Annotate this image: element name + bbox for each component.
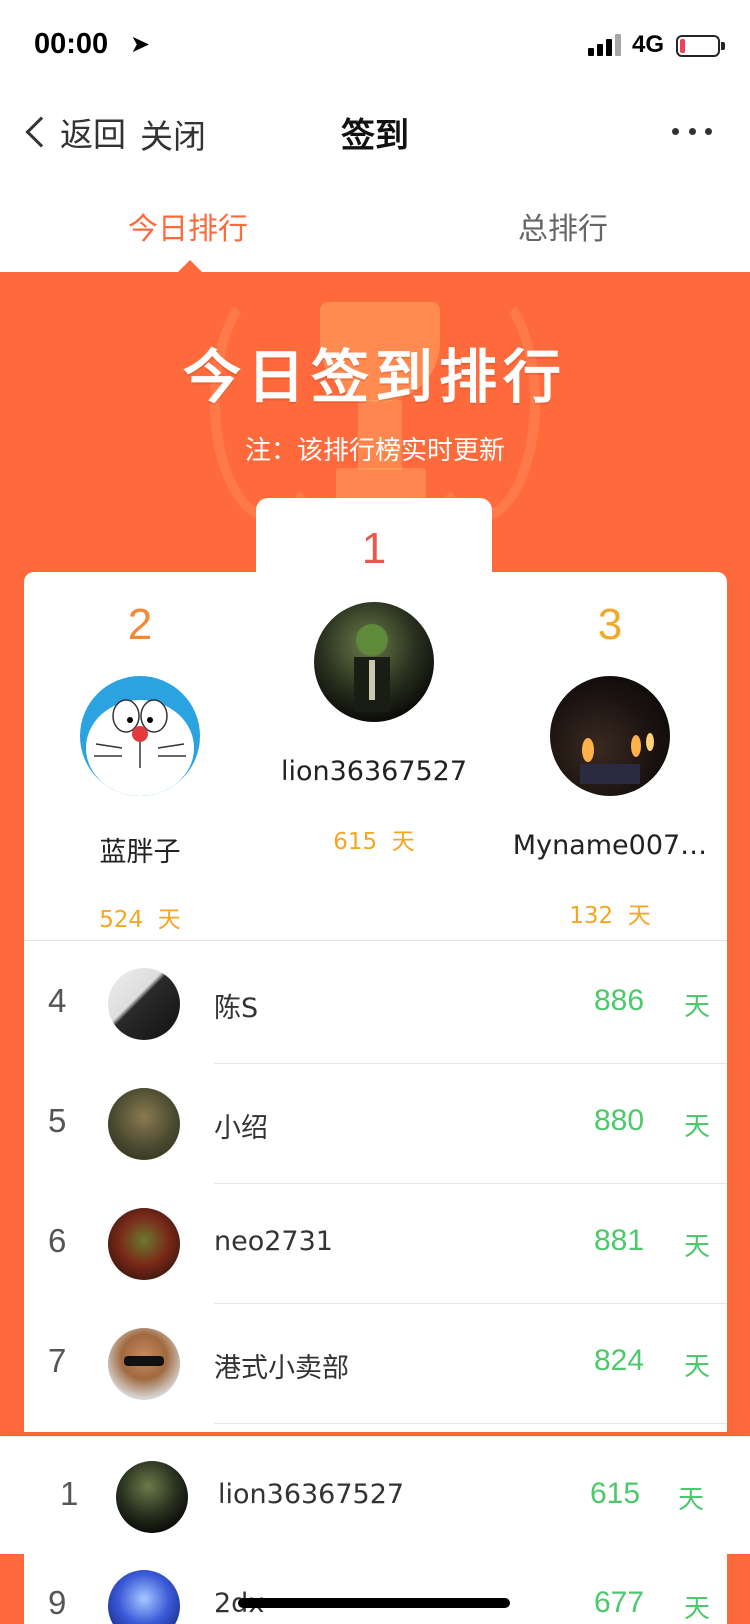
days-count: 677 bbox=[594, 1586, 645, 1619]
list-item[interactable]: 4 陈S 886 天 bbox=[24, 944, 727, 1064]
avatar bbox=[108, 1088, 180, 1160]
hero-note: 注：该排行榜实时更新 bbox=[244, 436, 505, 466]
days-count: 886 bbox=[594, 984, 645, 1017]
days-count: 824 bbox=[594, 1344, 645, 1377]
avatar-podium-3[interactable] bbox=[550, 676, 670, 796]
list-item[interactable]: 6 neo2731 881 天 bbox=[24, 1184, 727, 1304]
days-unit: 天 bbox=[684, 1112, 711, 1142]
tab-total[interactable]: 总排行 bbox=[518, 204, 608, 248]
more-icon[interactable] bbox=[672, 128, 712, 138]
list-item[interactable]: 7 港式小卖部 824 天 bbox=[24, 1304, 727, 1424]
back-button[interactable]: 返回 bbox=[22, 108, 126, 156]
rank-number: 7 bbox=[48, 1342, 67, 1379]
podium-days-1: 615 天 bbox=[333, 829, 415, 855]
avatar bbox=[108, 1328, 180, 1400]
avatar bbox=[108, 1208, 180, 1280]
podium-name-3: Myname007… bbox=[512, 830, 708, 861]
user-name: 小绍 bbox=[214, 1113, 268, 1144]
rank-number: 6 bbox=[48, 1222, 67, 1259]
podium-rank-2: 2 bbox=[127, 600, 153, 649]
tab-bar: 今日排行 总排行 bbox=[0, 176, 750, 272]
list-item[interactable]: 5 小绍 880 天 bbox=[24, 1064, 727, 1184]
my-avatar bbox=[116, 1461, 188, 1533]
my-name: lion36367527 bbox=[218, 1479, 405, 1510]
avatar-podium-1[interactable] bbox=[314, 602, 434, 722]
days-unit: 天 bbox=[684, 1352, 711, 1382]
status-time: 00:00 bbox=[34, 28, 109, 60]
days-unit: 天 bbox=[684, 1232, 711, 1262]
signal-icon bbox=[588, 34, 624, 56]
podium-days-3: 132 天 bbox=[569, 903, 651, 929]
podium-divider bbox=[24, 940, 727, 941]
podium-rank-1: 1 bbox=[361, 524, 387, 573]
podium-name-1: lion36367527 bbox=[280, 756, 468, 787]
hero-heading: 今日签到排行 bbox=[182, 343, 567, 411]
network-label: 4G bbox=[632, 31, 665, 58]
days-count: 881 bbox=[594, 1224, 645, 1257]
user-name: 陈S bbox=[214, 993, 259, 1024]
chevron-left-icon bbox=[25, 116, 57, 148]
rank-number: 4 bbox=[48, 982, 67, 1019]
rank-number: 5 bbox=[48, 1102, 67, 1139]
battery-icon bbox=[676, 35, 725, 57]
my-rank-bar[interactable]: 1 lion36367527 615 天 bbox=[0, 1436, 750, 1554]
my-days-unit: 天 bbox=[678, 1485, 705, 1515]
list-item[interactable]: 9 2dx 677 天 bbox=[24, 1546, 727, 1624]
active-tab-pointer bbox=[178, 260, 202, 272]
avatar-podium-2[interactable] bbox=[80, 676, 200, 796]
status-bar: 00:00 ➤ 4G bbox=[0, 0, 750, 88]
rank-number: 9 bbox=[48, 1584, 67, 1621]
my-rank-number: 1 bbox=[60, 1475, 79, 1512]
days-count: 880 bbox=[594, 1104, 645, 1137]
close-button[interactable]: 关闭 bbox=[140, 110, 206, 158]
avatar bbox=[108, 968, 180, 1040]
my-days-count: 615 bbox=[590, 1477, 641, 1510]
home-indicator[interactable] bbox=[238, 1598, 510, 1608]
row-divider bbox=[214, 1423, 727, 1424]
podium-days-2: 524 天 bbox=[99, 907, 181, 933]
avatar bbox=[108, 1570, 180, 1624]
nav-bar: 返回 关闭 签到 bbox=[0, 88, 750, 176]
tab-today[interactable]: 今日排行 bbox=[128, 204, 248, 248]
location-arrow-icon: ➤ bbox=[130, 30, 151, 58]
podium-name-2: 蓝胖子 bbox=[99, 837, 181, 868]
days-unit: 天 bbox=[684, 992, 711, 1022]
user-name: 港式小卖部 bbox=[214, 1353, 349, 1384]
podium-rank-3: 3 bbox=[597, 600, 623, 649]
user-name: neo2731 bbox=[214, 1226, 333, 1257]
back-label: 返回 bbox=[60, 115, 126, 154]
days-unit: 天 bbox=[684, 1594, 711, 1624]
